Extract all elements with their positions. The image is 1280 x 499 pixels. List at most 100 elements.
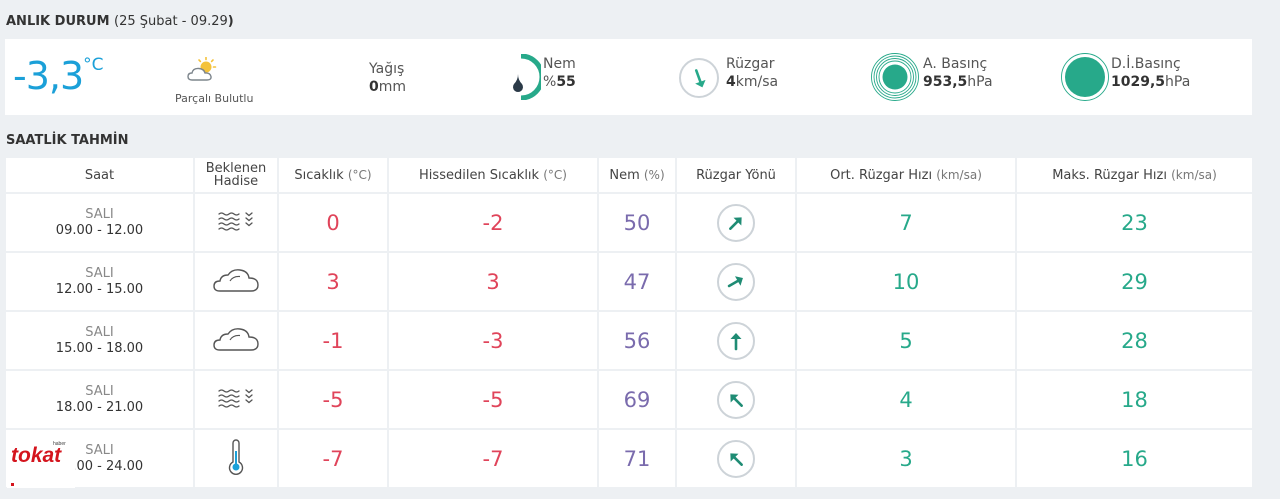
row-wind-direction-cell xyxy=(677,194,795,251)
hourly-forecast-table: Saat Beklenen Hadise Sıcaklık (°C) Hisse… xyxy=(6,158,1252,487)
wind-direction-icon xyxy=(678,57,720,103)
precip-stat: Yağış 0mm xyxy=(369,60,406,96)
row-avg-wind-cell: 7 xyxy=(797,194,1015,251)
row-day: SALI xyxy=(85,206,114,222)
pressure-label: A. Basınç xyxy=(923,56,988,72)
condition-label: Parçalı Bulutlu xyxy=(175,92,254,105)
row-max-wind: 16 xyxy=(1121,446,1148,471)
row-temperature: -5 xyxy=(322,387,344,412)
row-wind-direction-cell xyxy=(677,371,795,428)
row-humidity-cell: 47 xyxy=(599,253,675,310)
wind-stat: Rüzgar 4km/sa xyxy=(726,55,778,91)
header-max-wind: Maks. Rüzgar Hızı (km/sa) xyxy=(1017,158,1252,192)
current-conditions-panel: -3,3°C Parçalı Bulutlu Yağış 0mm Nem %55 xyxy=(5,39,1252,115)
humidity-stat: Nem %55 xyxy=(543,55,576,91)
precip-value: 0 xyxy=(369,79,379,95)
precip-label: Yağış xyxy=(369,61,405,77)
cloud-icon xyxy=(212,326,260,356)
row-humidity: 47 xyxy=(623,269,651,294)
row-time-range: 09.00 - 12.00 xyxy=(55,222,144,238)
humidity-value: 55 xyxy=(556,74,576,90)
row-wind-direction-cell xyxy=(677,312,795,369)
row-max-wind: 23 xyxy=(1121,210,1148,235)
pressure-icon xyxy=(870,52,920,106)
row-humidity-cell: 69 xyxy=(599,371,675,428)
pressure-unit: hPa xyxy=(967,74,993,90)
row-event-cell xyxy=(195,253,277,310)
row-max-wind: 28 xyxy=(1121,328,1148,353)
tokat-haber-logo: haber tokat xyxy=(7,432,75,488)
sea-pressure-stat: D.İ.Basınç 1029,5hPa xyxy=(1111,55,1190,91)
row-avg-wind: 3 xyxy=(899,446,913,471)
header-time: Saat xyxy=(6,158,193,192)
fog-icon xyxy=(217,387,255,413)
row-humidity-cell: 56 xyxy=(599,312,675,369)
row-event-cell xyxy=(195,194,277,251)
row-feels-like: -3 xyxy=(482,328,504,353)
row-feels-like-cell: -2 xyxy=(389,194,597,251)
sea-pressure-icon xyxy=(1060,52,1110,106)
row-avg-wind-cell: 4 xyxy=(797,371,1015,428)
row-humidity: 71 xyxy=(623,446,651,471)
row-max-wind-cell: 28 xyxy=(1017,312,1252,369)
row-feels-like-cell: -7 xyxy=(389,430,597,487)
row-event-cell xyxy=(195,430,277,487)
row-temperature-cell: -1 xyxy=(279,312,387,369)
precip-unit: mm xyxy=(378,79,407,95)
row-avg-wind: 5 xyxy=(899,328,913,353)
pressure-stat: A. Basınç 953,5hPa xyxy=(923,55,993,91)
row-feels-like: 3 xyxy=(486,269,500,294)
wind-label: Rüzgar xyxy=(726,56,775,72)
wind-unit: km/sa xyxy=(735,74,779,90)
fog-icon xyxy=(217,210,255,236)
row-event-cell xyxy=(195,371,277,428)
thermometer-icon xyxy=(226,438,246,479)
row-temperature: -1 xyxy=(322,328,344,353)
row-wind-direction-cell xyxy=(677,253,795,310)
row-max-wind-cell: 29 xyxy=(1017,253,1252,310)
row-avg-wind-cell: 5 xyxy=(797,312,1015,369)
wind-value: 4 xyxy=(726,74,736,90)
temperature-unit: °C xyxy=(83,55,104,75)
row-max-wind-cell: 23 xyxy=(1017,194,1252,251)
row-humidity-cell: 71 xyxy=(599,430,675,487)
row-day: SALI xyxy=(85,265,114,281)
row-feels-like: -2 xyxy=(482,210,504,235)
row-feels-like-cell: -3 xyxy=(389,312,597,369)
row-time-cell: SALI 12.00 - 15.00 xyxy=(6,253,193,310)
row-temperature: 3 xyxy=(326,269,340,294)
row-time-range: 12.00 - 15.00 xyxy=(55,281,144,297)
current-temperature: -3,3°C xyxy=(13,49,104,103)
row-feels-like: -7 xyxy=(482,446,504,471)
sea-pressure-label: D.İ.Basınç xyxy=(1111,56,1181,72)
cloud-icon xyxy=(212,267,260,297)
row-time-range: 15.00 - 18.00 xyxy=(55,340,144,356)
humidity-gauge-icon xyxy=(501,53,545,104)
humidity-prefix: % xyxy=(543,74,557,90)
row-avg-wind-cell: 10 xyxy=(797,253,1015,310)
row-time-range: 18.00 - 21.00 xyxy=(55,399,144,415)
logo-brand-text: tokat xyxy=(11,444,62,467)
wind-arrow-icon xyxy=(717,439,755,478)
row-temperature: 0 xyxy=(326,210,340,235)
row-feels-like-cell: -5 xyxy=(389,371,597,428)
row-temperature: -7 xyxy=(322,446,344,471)
current-title: ANLIK DURUM xyxy=(6,14,110,29)
row-humidity: 69 xyxy=(623,387,651,412)
row-avg-wind: 7 xyxy=(899,210,913,235)
current-section-title: ANLIK DURUM (25 Şubat - 09.29) xyxy=(6,14,234,29)
row-day: SALI xyxy=(85,324,114,340)
current-date-close: ) xyxy=(227,14,234,29)
header-humidity: Nem (%) xyxy=(599,158,675,192)
wind-arrow-icon xyxy=(717,321,755,360)
row-humidity: 56 xyxy=(623,328,651,353)
pressure-value: 953,5 xyxy=(923,74,968,90)
row-day: SALI xyxy=(85,442,114,458)
row-humidity: 50 xyxy=(623,210,651,235)
row-avg-wind: 4 xyxy=(899,387,913,412)
sea-pressure-unit: hPa xyxy=(1165,74,1191,90)
humidity-label: Nem xyxy=(543,56,576,72)
header-temp: Sıcaklık (°C) xyxy=(279,158,387,192)
row-day: SALI xyxy=(85,383,114,399)
row-max-wind-cell: 18 xyxy=(1017,371,1252,428)
